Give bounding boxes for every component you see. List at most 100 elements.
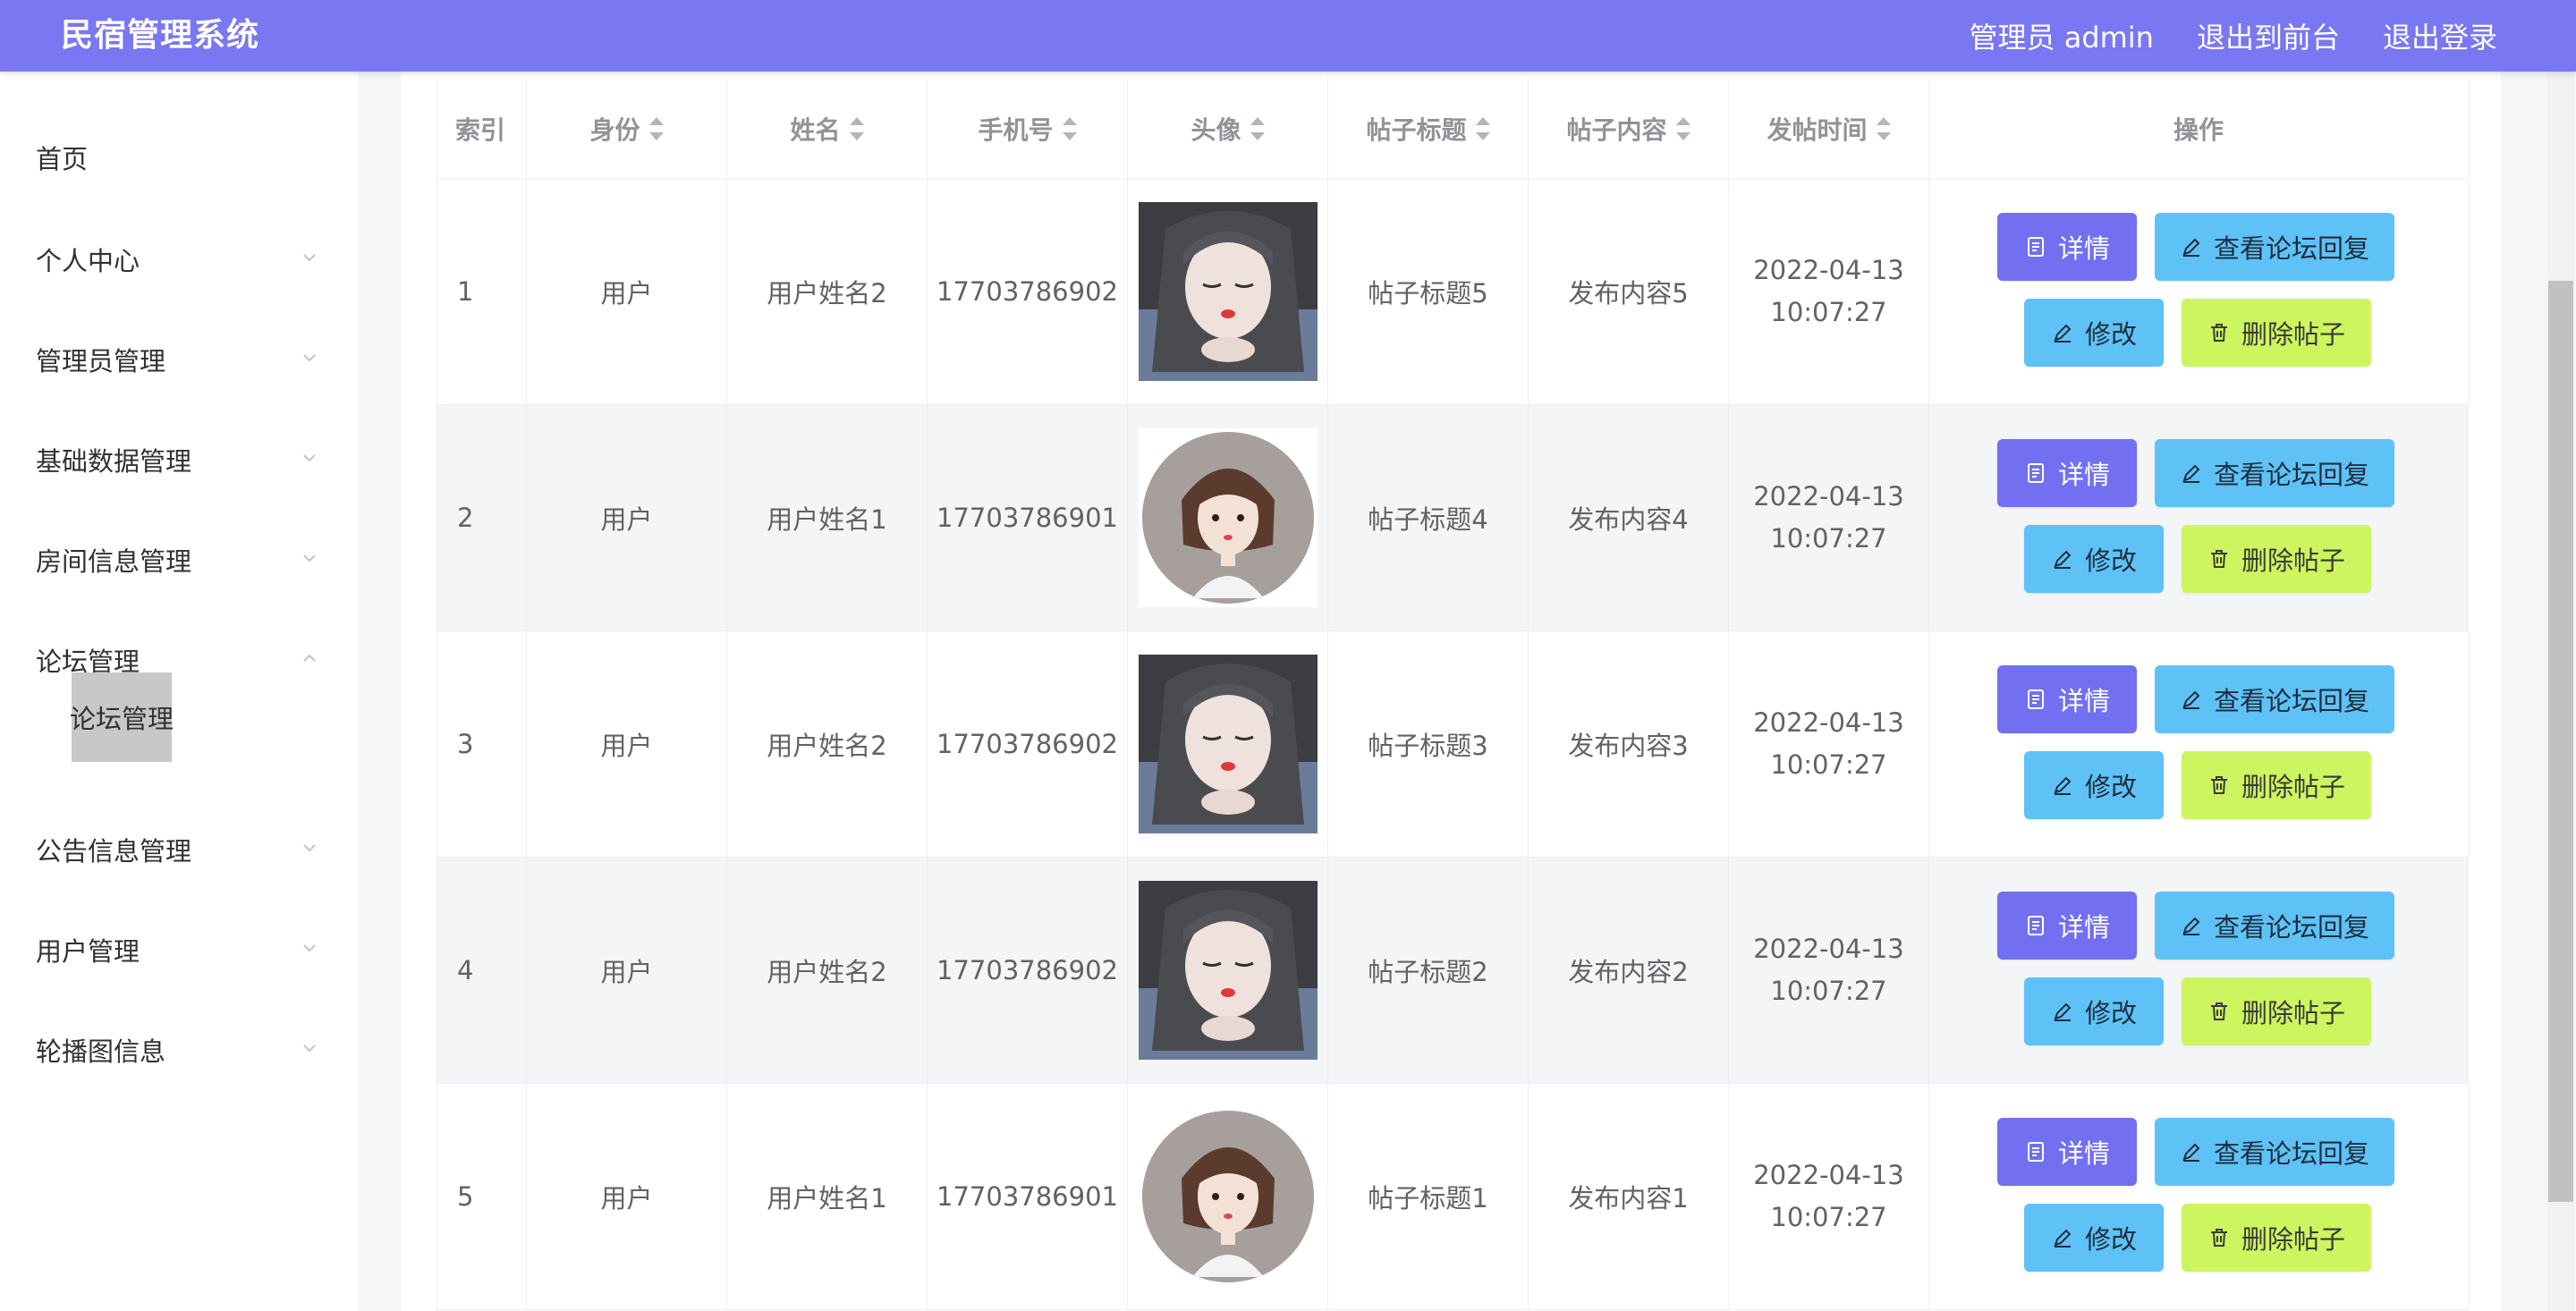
cell-name: 用户姓名2 (727, 179, 928, 404)
top-header: 民宿管理系统 管理员 admin 退出到前台 退出登录 (0, 0, 2576, 72)
cell-ops: 详情 查看论坛回复 修改 删除帖子 (1929, 858, 2468, 1083)
avatar[interactable] (1139, 881, 1318, 1060)
trash-icon (2207, 321, 2231, 344)
detail-button[interactable]: 详情 (1997, 439, 2137, 507)
avatar[interactable] (1139, 655, 1318, 833)
cell-name: 用户姓名1 (727, 1084, 928, 1309)
cell-role: 用户 (527, 858, 727, 1083)
button-label: 删除帖子 (2241, 772, 2345, 802)
view-replies-button[interactable]: 查看论坛回复 (2155, 439, 2394, 507)
sidebar-item-room-info[interactable]: 房间信息管理 (0, 524, 358, 596)
cell-time: 2022-04-13 10:07:27 (1729, 1084, 1929, 1309)
sidebar-item-label: 基础数据管理 (36, 446, 192, 477)
cell-content: 发布内容5 (1529, 179, 1729, 404)
cell-phone: 17703786902 (928, 179, 1128, 404)
view-replies-button[interactable]: 查看论坛回复 (2155, 892, 2394, 960)
header-label: 操作 (2173, 115, 2224, 145)
avatar[interactable] (1139, 1107, 1318, 1286)
cell-name: 用户姓名2 (727, 858, 928, 1083)
cell-phone: 17703786901 (928, 1084, 1128, 1309)
avatar[interactable] (1139, 202, 1318, 381)
edit-button[interactable]: 修改 (2024, 525, 2164, 593)
edit-pen-icon (2051, 1226, 2074, 1249)
header-label: 帖子标题 (1366, 115, 1467, 145)
submenu-item-forum-management[interactable]: 论坛管理 (70, 672, 174, 762)
chevron-down-icon (301, 549, 318, 567)
table-row: 3 用户 用户姓名2 17703786902 帖子标题3 发布内容3 2022-… (437, 631, 2468, 858)
cell-index: 1 (437, 179, 527, 404)
column-header-title[interactable]: 帖子标题 (1328, 79, 1529, 179)
scrollbar-thumb[interactable] (2548, 281, 2573, 1202)
header-label: 姓名 (790, 115, 841, 145)
edit-pen-icon (2180, 914, 2203, 937)
table-header-row: 索引 身份 姓名 手机号 头像 帖子标题 帖子内容 发帖时间 操作 (437, 79, 2468, 180)
column-header-avatar[interactable]: 头像 (1128, 79, 1328, 179)
avatar[interactable] (1139, 428, 1318, 607)
chevron-down-icon (301, 449, 318, 467)
sidebar-item-label: 房间信息管理 (36, 546, 192, 577)
sort-icon[interactable] (1675, 117, 1690, 140)
cell-role: 用户 (527, 405, 727, 630)
detail-button[interactable]: 详情 (1997, 213, 2137, 281)
sidebar-item-user-management[interactable]: 用户管理 (0, 914, 358, 985)
button-label: 详情 (2057, 460, 2110, 490)
document-icon (2024, 914, 2047, 937)
button-label: 详情 (2057, 233, 2110, 264)
view-replies-button[interactable]: 查看论坛回复 (2155, 1118, 2394, 1186)
back-to-frontend-link[interactable]: 退出到前台 (2197, 15, 2340, 56)
view-replies-button[interactable]: 查看论坛回复 (2155, 665, 2394, 733)
sidebar-item-announcements[interactable]: 公告信息管理 (0, 814, 358, 885)
column-header-role[interactable]: 身份 (527, 79, 727, 179)
sidebar-item-personal-center[interactable]: 个人中心 (0, 224, 358, 295)
view-replies-button[interactable]: 查看论坛回复 (2155, 213, 2394, 281)
sort-icon[interactable] (1062, 117, 1077, 140)
header-label: 帖子内容 (1566, 115, 1667, 145)
column-header-name[interactable]: 姓名 (727, 79, 928, 179)
detail-button[interactable]: 详情 (1997, 892, 2137, 960)
sort-icon[interactable] (1876, 117, 1891, 140)
edit-button[interactable]: 修改 (2024, 1204, 2164, 1272)
cell-avatar (1128, 858, 1328, 1083)
sidebar-item-label: 轮播图信息 (36, 1036, 166, 1067)
edit-button[interactable]: 修改 (2024, 751, 2164, 819)
cell-title: 帖子标题3 (1328, 631, 1529, 857)
delete-post-button[interactable]: 删除帖子 (2182, 525, 2371, 593)
edit-button[interactable]: 修改 (2024, 977, 2164, 1045)
edit-pen-icon (2051, 321, 2074, 344)
delete-post-button[interactable]: 删除帖子 (2182, 299, 2371, 367)
delete-post-button[interactable]: 删除帖子 (2182, 977, 2371, 1045)
sidebar-item-home[interactable]: 首页 (0, 122, 358, 193)
sidebar-item-forum-management[interactable]: 论坛管理 (0, 624, 358, 696)
sidebar-item-admin-management[interactable]: 管理员管理 (0, 324, 358, 395)
column-header-time[interactable]: 发帖时间 (1729, 79, 1929, 179)
sort-icon[interactable] (1250, 117, 1265, 140)
logout-link[interactable]: 退出登录 (2383, 15, 2497, 56)
header-label: 头像 (1191, 115, 1241, 145)
sort-icon[interactable] (849, 117, 864, 140)
edit-pen-icon (2180, 235, 2203, 258)
detail-button[interactable]: 详情 (1997, 1118, 2137, 1186)
cell-avatar (1128, 631, 1328, 857)
button-label: 详情 (2057, 1138, 2110, 1169)
table-row: 4 用户 用户姓名2 17703786902 帖子标题2 发布内容2 2022-… (437, 858, 2468, 1084)
column-header-content[interactable]: 帖子内容 (1529, 79, 1729, 179)
cell-time: 2022-04-13 10:07:27 (1729, 405, 1929, 630)
delete-post-button[interactable]: 删除帖子 (2182, 1204, 2371, 1272)
sidebar-item-basic-data[interactable]: 基础数据管理 (0, 424, 358, 495)
cell-title: 帖子标题5 (1328, 179, 1529, 404)
admin-user-label[interactable]: 管理员 admin (1970, 15, 2154, 56)
detail-button[interactable]: 详情 (1997, 665, 2137, 733)
sidebar-item-carousel[interactable]: 轮播图信息 (0, 1014, 358, 1086)
header-label: 身份 (589, 115, 640, 145)
sort-icon[interactable] (1475, 117, 1490, 140)
delete-post-button[interactable]: 删除帖子 (2182, 751, 2371, 819)
edit-pen-icon (2180, 1140, 2203, 1163)
cell-index: 2 (437, 405, 527, 630)
trash-icon (2207, 1226, 2231, 1249)
edit-button[interactable]: 修改 (2024, 299, 2164, 367)
cell-role: 用户 (527, 1084, 727, 1309)
sort-icon[interactable] (648, 117, 664, 140)
column-header-phone[interactable]: 手机号 (928, 79, 1128, 179)
document-icon (2024, 1140, 2047, 1163)
cell-content: 发布内容3 (1529, 631, 1729, 857)
